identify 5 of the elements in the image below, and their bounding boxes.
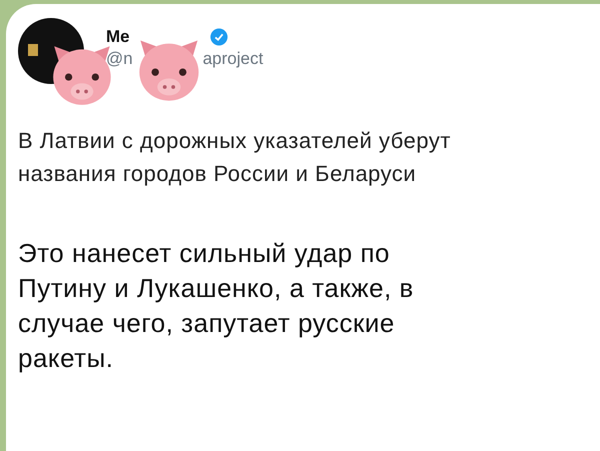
headline-text: В Латвии с дорожных указателей уберут названия городов России и Беларуси xyxy=(18,127,452,188)
handle-text: @n xyxy=(106,48,133,70)
handle-text: aproject xyxy=(202,48,264,70)
author-name: Me xyxy=(106,26,130,48)
comment-text: Это нанесет сильный удар по Путину и Лукашенко, а также, в случае чего, запутает русские ракеты. xyxy=(18,237,415,375)
